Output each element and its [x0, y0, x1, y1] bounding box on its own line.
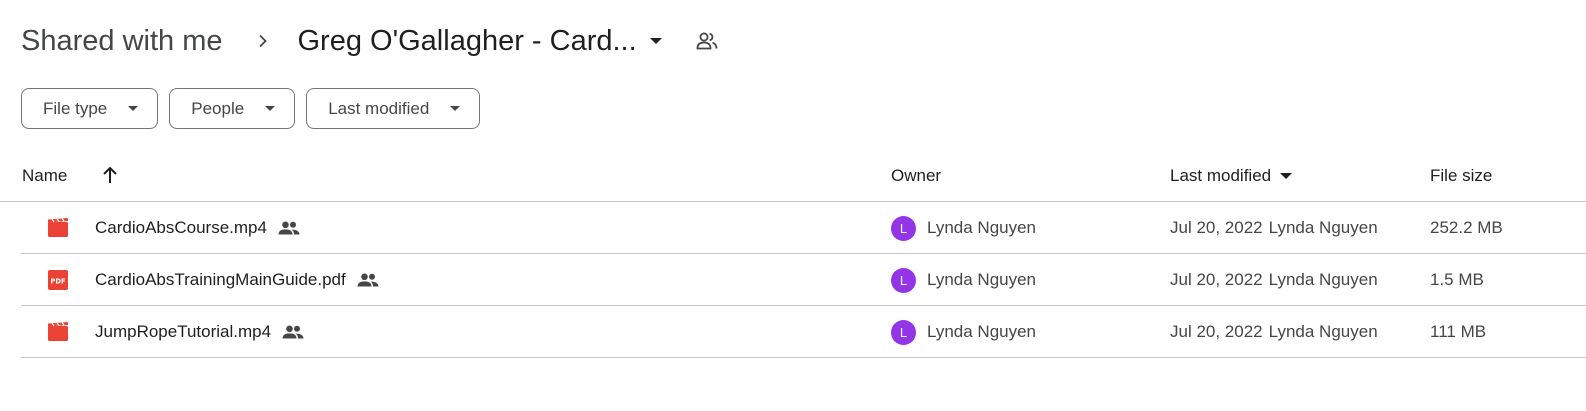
avatar: L	[891, 215, 916, 241]
modified-date: Jul 20, 2022	[1170, 218, 1263, 237]
shared-people-icon	[282, 321, 304, 343]
last-modified-filter[interactable]: Last modified	[306, 88, 481, 129]
owner-cell: L Lynda Nguyen	[891, 306, 1036, 358]
owner-name: Lynda Nguyen	[927, 270, 1037, 289]
video-file-icon	[48, 218, 68, 238]
current-folder-title: Greg O'Gallagher - Card...	[297, 24, 637, 57]
file-size: 252.2 MB	[1430, 218, 1503, 237]
file-name: CardioAbsTrainingMainGuide.pdf	[95, 254, 379, 306]
last-modified-cell: Jul 20, 2022 Lynda Nguyen	[1170, 306, 1378, 358]
modified-by: Lynda Nguyen	[1268, 270, 1378, 289]
filter-label: Last modified	[328, 98, 430, 118]
modified-date: Jul 20, 2022	[1170, 322, 1263, 341]
owner-cell: L Lynda Nguyen	[891, 202, 1036, 254]
shared-people-icon	[357, 269, 379, 291]
file-row[interactable]: JumpRopeTutorial.mp4 L Lynda Nguyen Jul …	[21, 306, 1586, 358]
breadcrumb: Shared with me Greg O'Gallagher - Card..…	[21, 18, 719, 64]
column-header-last-modified[interactable]: Last modified	[1170, 150, 1293, 202]
filter-label: People	[191, 98, 245, 118]
modified-date: Jul 20, 2022	[1170, 270, 1263, 289]
file-name-text: CardioAbsTrainingMainGuide.pdf	[95, 270, 346, 289]
svg-text:PDF: PDF	[50, 278, 66, 286]
file-name-text: JumpRopeTutorial.mp4	[95, 322, 272, 341]
owner-name: Lynda Nguyen	[927, 322, 1037, 341]
owner-cell: L Lynda Nguyen	[891, 254, 1036, 306]
video-file-icon	[48, 322, 68, 342]
file-name-text: CardioAbsCourse.mp4	[95, 218, 267, 237]
caret-down-icon	[127, 103, 139, 115]
shared-people-icon	[278, 217, 300, 239]
caret-down-icon	[449, 103, 461, 115]
file-size: 111 MB	[1430, 322, 1487, 341]
breadcrumb-current-folder[interactable]: Greg O'Gallagher - Card...	[298, 25, 665, 58]
filter-bar: File type People Last modified	[21, 88, 481, 129]
shared-folder-people-icon[interactable]	[695, 29, 719, 53]
column-header-owner: Owner	[891, 166, 942, 185]
file-list-header: Name Owner Last modified File size	[0, 150, 1586, 202]
caret-down-icon	[647, 32, 665, 50]
caret-down-icon	[264, 103, 276, 115]
modified-by: Lynda Nguyen	[1268, 218, 1378, 237]
people-filter[interactable]: People	[169, 88, 296, 129]
sort-ascending-arrow-icon[interactable]	[99, 164, 121, 186]
filter-label: File type	[43, 98, 108, 118]
file-name: CardioAbsCourse.mp4	[95, 202, 300, 254]
pdf-file-icon: PDF	[48, 270, 68, 290]
column-header-file-size: File size	[1430, 166, 1493, 185]
file-size: 1.5 MB	[1430, 270, 1484, 289]
file-type-filter[interactable]: File type	[21, 88, 159, 129]
caret-down-icon	[1279, 169, 1293, 183]
file-name: JumpRopeTutorial.mp4	[95, 306, 304, 358]
last-modified-cell: Jul 20, 2022 Lynda Nguyen	[1170, 202, 1378, 254]
chevron-right-icon	[251, 29, 275, 53]
file-list: CardioAbsCourse.mp4 L Lynda Nguyen Jul 2…	[21, 202, 1586, 358]
modified-by: Lynda Nguyen	[1268, 322, 1378, 341]
avatar: L	[891, 319, 916, 345]
avatar: L	[891, 267, 916, 293]
file-row[interactable]: PDF CardioAbsTrainingMainGuide.pdf L Lyn…	[21, 254, 1586, 306]
breadcrumb-shared-with-me[interactable]: Shared with me	[21, 25, 223, 58]
file-row[interactable]: CardioAbsCourse.mp4 L Lynda Nguyen Jul 2…	[21, 202, 1586, 254]
column-header-last-modified-label: Last modified	[1170, 166, 1272, 185]
owner-name: Lynda Nguyen	[927, 218, 1037, 237]
last-modified-cell: Jul 20, 2022 Lynda Nguyen	[1170, 254, 1378, 306]
column-header-name[interactable]: Name	[22, 150, 67, 202]
